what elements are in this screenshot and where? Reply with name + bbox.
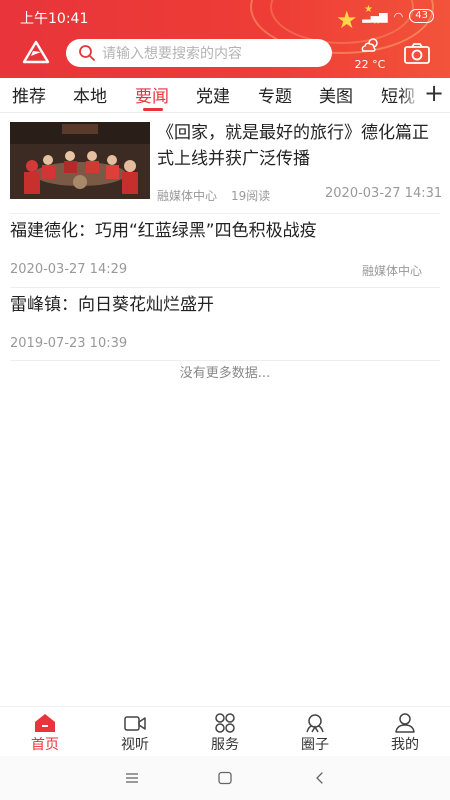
divider [10, 213, 440, 214]
services-icon [215, 713, 235, 733]
tab-party[interactable]: 党建 [196, 82, 230, 107]
menu-icon[interactable] [124, 771, 140, 785]
nav-label: 我的 [391, 737, 419, 753]
tab-recommend[interactable]: 推荐 [12, 82, 46, 107]
add-tab-button[interactable]: + [420, 78, 448, 112]
tab-headlines[interactable]: 要闻 [135, 82, 169, 107]
weather-widget[interactable]: 22 °C [350, 36, 390, 72]
news-time: 2020-03-27 14:29 [10, 262, 128, 277]
nav-label: 首页 [31, 737, 59, 753]
search-bar[interactable]: 请输入想要搜索的内容 [66, 39, 332, 67]
tab-topics[interactable]: 专题 [258, 82, 292, 107]
nav-label: 服务 [211, 737, 239, 753]
news-thumbnail [10, 122, 150, 199]
app-logo-icon[interactable] [22, 40, 50, 64]
tabs-fade [400, 78, 422, 112]
news-source: 融媒体中心 [362, 264, 423, 278]
video-icon [124, 716, 146, 731]
weather-icon [361, 38, 378, 52]
divider [10, 287, 440, 288]
news-time: 2019-07-23 10:39 [10, 336, 128, 351]
battery-indicator: 43 [409, 9, 434, 23]
divider [0, 112, 450, 113]
news-reads: 19阅读 [231, 189, 271, 203]
nav-profile[interactable]: 我的 [360, 707, 450, 757]
news-title[interactable]: 福建德化：巧用“红蓝绿黑”四色积极战疫 [10, 218, 440, 244]
news-title[interactable]: 《回家，就是最好的旅行》德化篇正式上线并获广泛传播 [157, 120, 440, 172]
system-navigation-bar [0, 756, 450, 800]
tab-local[interactable]: 本地 [73, 82, 107, 107]
home-icon [35, 714, 55, 732]
news-source: 融媒体中心 [157, 189, 218, 203]
category-tabs: 推荐 本地 要闻 党建 专题 美图 短视 + [0, 78, 450, 112]
circle-icon [306, 714, 324, 733]
nav-home[interactable]: 首页 [0, 707, 90, 757]
profile-icon [395, 713, 415, 733]
bottom-navigation: 首页 视听 服务 圈子 我的 [0, 706, 450, 757]
nav-label: 视听 [121, 737, 149, 753]
active-tab-indicator [143, 108, 163, 111]
divider [10, 360, 440, 361]
back-icon[interactable] [312, 771, 328, 785]
app-header: ★ ★ ★ 上午10:41 ▂▄▆ ◠ 43 请输入想要搜索的内容 22 °C [0, 0, 450, 78]
status-bar: 上午10:41 ▂▄▆ ◠ 43 [0, 6, 450, 28]
weather-temp: 22 °C [354, 58, 386, 71]
news-time: 2020-03-27 14:31 [325, 186, 443, 201]
signal-icon: ▂▄▆ [362, 9, 388, 23]
no-more-data-text: 没有更多数据... [179, 366, 271, 381]
nav-video[interactable]: 视听 [90, 707, 180, 757]
news-title[interactable]: 雷峰镇：向日葵花灿烂盛开 [10, 292, 440, 318]
nav-circle[interactable]: 圈子 [270, 707, 360, 757]
camera-icon[interactable] [404, 42, 430, 64]
search-icon [79, 45, 95, 61]
search-placeholder: 请输入想要搜索的内容 [102, 46, 242, 62]
tab-photos[interactable]: 美图 [319, 82, 353, 107]
nav-label: 圈子 [301, 737, 329, 753]
status-time: 上午10:41 [20, 11, 89, 27]
nav-services[interactable]: 服务 [180, 707, 270, 757]
wifi-icon: ◠ [393, 9, 404, 23]
home-button-icon[interactable] [217, 771, 233, 785]
